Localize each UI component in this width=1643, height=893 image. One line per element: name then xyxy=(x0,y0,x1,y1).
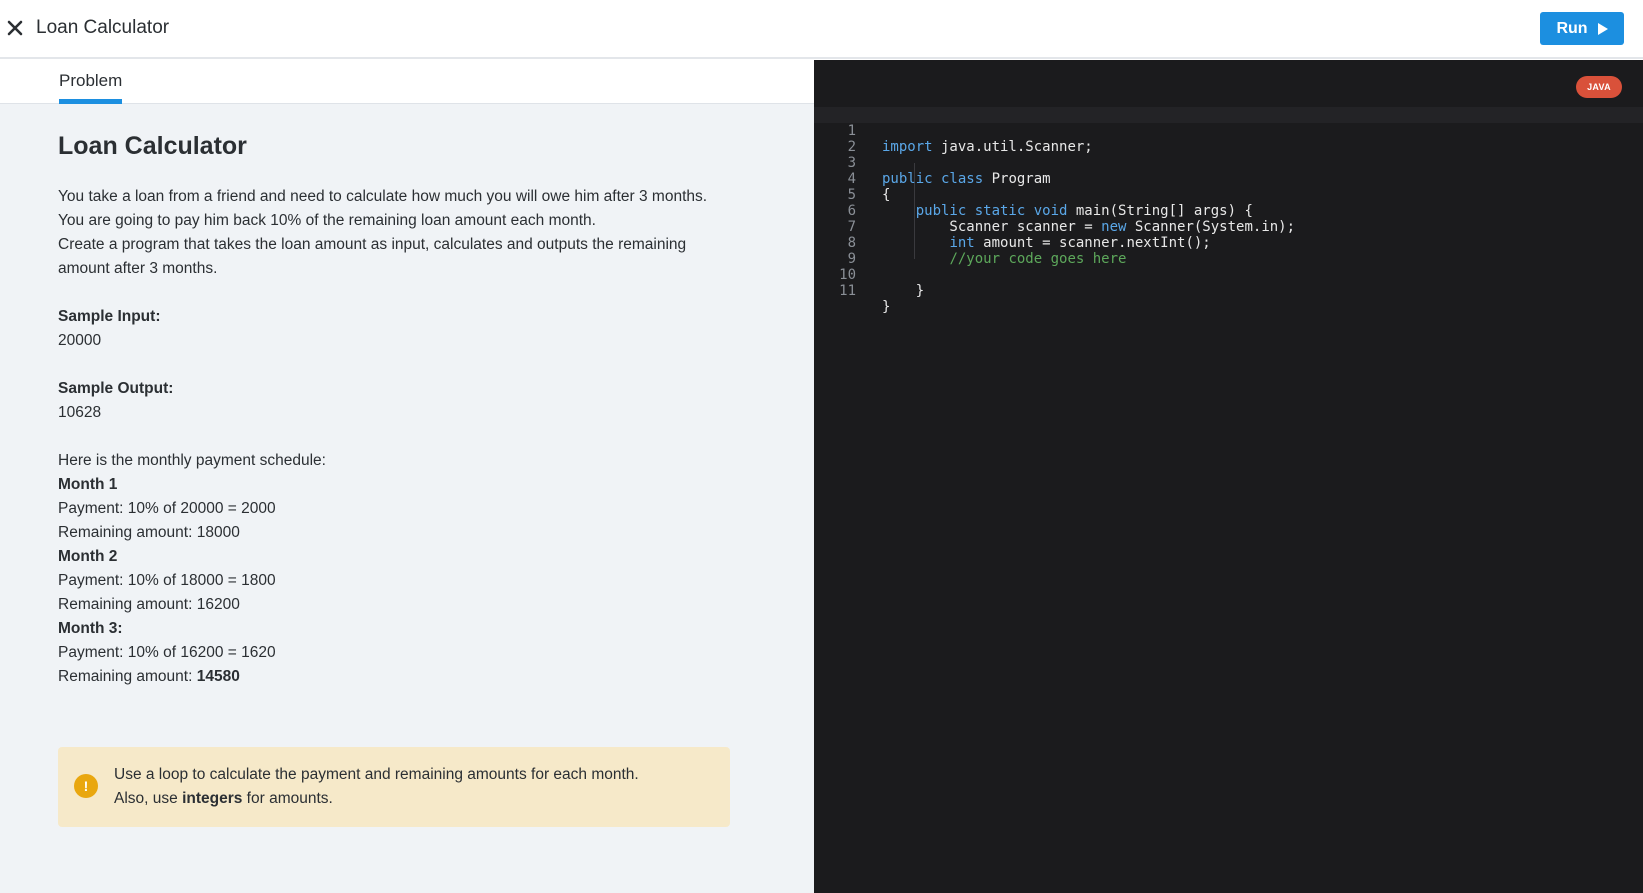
problem-paragraph: Create a program that takes the loan amo… xyxy=(58,236,687,277)
code-line[interactable]: 7 int amount = scanner.nextInt(); xyxy=(814,203,1643,251)
code-line[interactable]: 5 public static void main(String[] args)… xyxy=(814,171,1643,219)
month-payment: Payment: 10% of 18000 = 1800 xyxy=(58,572,276,589)
month-remaining: Remaining amount: 16200 xyxy=(58,596,240,613)
month-label: Month 3: xyxy=(58,620,123,637)
problem-content: Loan Calculator You take a loan from a f… xyxy=(58,131,738,689)
problem-paragraph: You take a loan from a friend and need t… xyxy=(58,188,708,205)
problem-paragraph: You are going to pay him back 10% of the… xyxy=(58,212,596,229)
month-label: Month 1 xyxy=(58,476,118,493)
run-button-label: Run xyxy=(1556,19,1588,37)
hint-text: Use a loop to calculate the payment and … xyxy=(114,763,639,811)
month-remaining-prefix: Remaining amount: xyxy=(58,668,197,685)
run-button[interactable]: Run xyxy=(1540,12,1624,45)
month-payment: Payment: 10% of 16200 = 1620 xyxy=(58,644,276,661)
code-text: } xyxy=(882,283,925,299)
code-line[interactable]: 4 { xyxy=(814,155,1643,203)
code-line[interactable]: 6 Scanner scanner = new Scanner(System.i… xyxy=(814,187,1643,235)
top-bar: Loan Calculator Run xyxy=(0,0,1643,59)
sample-input-label: Sample Input: xyxy=(58,308,161,325)
app-title: Loan Calculator xyxy=(36,17,170,38)
line-number: 11 xyxy=(839,283,856,299)
code-text: } xyxy=(882,299,891,315)
warning-icon: ! xyxy=(74,774,98,798)
month-label: Month 2 xyxy=(58,548,118,565)
final-amount: 14580 xyxy=(196,668,240,685)
hint-line: Use a loop to calculate the payment and … xyxy=(114,766,639,783)
sample-input-value: 20000 xyxy=(58,332,102,349)
month-remaining: Remaining amount: 18000 xyxy=(58,524,240,541)
sample-output-label: Sample Output: xyxy=(58,380,174,397)
code-area[interactable]: 1 import java.util.Scanner; 2 3 public c… xyxy=(814,107,1643,315)
language-badge: JAVA xyxy=(1576,76,1622,98)
hint-line: Also, use integers for amounts. xyxy=(114,787,639,811)
month-payment: Payment: 10% of 20000 = 2000 xyxy=(58,500,276,517)
hint-bold: integers xyxy=(182,790,243,807)
code-line[interactable]: 1 import java.util.Scanner; xyxy=(814,107,1643,155)
hint-note: ! Use a loop to calculate the payment an… xyxy=(58,747,730,827)
close-icon[interactable] xyxy=(4,17,26,39)
code-line[interactable]: 10 } xyxy=(814,251,1643,299)
tab-problem[interactable]: Problem xyxy=(59,71,123,104)
code-line[interactable]: 11 } xyxy=(814,267,1643,315)
play-icon xyxy=(1597,22,1608,35)
hint-text-part: Also, use xyxy=(114,790,183,807)
code-line[interactable]: 2 xyxy=(814,123,1643,155)
hint-text-part: for amounts. xyxy=(242,790,333,807)
sample-output-value: 10628 xyxy=(58,404,102,421)
code-editor[interactable]: JAVA 1 import java.util.Scanner; 2 3 pub… xyxy=(814,60,1643,893)
month-remaining: Remaining amount: 14580 xyxy=(58,665,738,689)
tab-bar: Problem xyxy=(0,61,814,104)
schedule-intro: Here is the monthly payment schedule: xyxy=(58,452,326,469)
problem-panel: Problem Loan Calculator You take a loan … xyxy=(0,61,814,893)
code-line[interactable]: 8 //your code goes here xyxy=(814,219,1643,267)
problem-title: Loan Calculator xyxy=(58,132,247,160)
code-line[interactable]: 3 public class Program xyxy=(814,139,1643,187)
code-line[interactable]: 9 xyxy=(814,235,1643,267)
